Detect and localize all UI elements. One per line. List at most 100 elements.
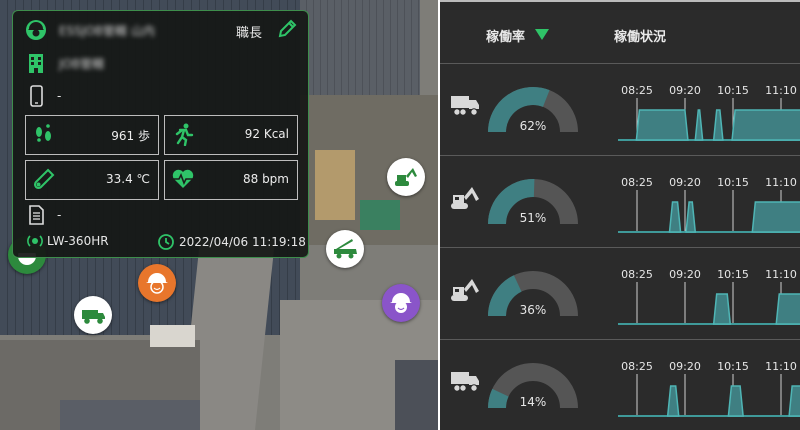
operation-segment — [727, 385, 744, 417]
phone-icon — [30, 85, 43, 107]
aerial-map[interactable]: ESSJOB管轄 山内 職長 JOB管轄 - 961 歩 92 Kcal 33.… — [0, 0, 438, 430]
pin-dump-truck[interactable] — [74, 296, 112, 334]
time-tick-label: 08:25 — [621, 176, 653, 189]
time-tick-label: 10:15 — [717, 268, 749, 281]
machine-row[interactable]: 14% 08:25 09:20 10:15 11:10 — [440, 339, 800, 430]
utilization-label: 62% — [520, 119, 547, 133]
pin-crane-truck[interactable] — [326, 230, 364, 268]
roof-right — [395, 360, 438, 430]
wearable-signal-icon — [27, 235, 43, 247]
utilization-label: 14% — [520, 395, 547, 409]
utilization-gauge: 51% — [488, 179, 578, 225]
machine-row[interactable]: 62% 08:25 09:20 10:15 11:10 — [440, 63, 800, 154]
dump-truck-icon — [451, 372, 479, 392]
worker-info-card: ESSJOB管轄 山内 職長 JOB管轄 - 961 歩 92 Kcal 33.… — [12, 10, 309, 258]
sort-desc-icon[interactable] — [535, 29, 549, 40]
operation-timeline: 08:25 09:20 10:15 11:10 — [618, 360, 800, 417]
roof-block — [300, 0, 420, 95]
heart-rate-value: 88 bpm — [242, 172, 289, 186]
excavator-icon — [451, 187, 479, 209]
operation-segment — [712, 109, 724, 141]
steps-value: 961 歩 — [111, 129, 150, 143]
time-tick-label: 09:20 — [669, 84, 701, 97]
operation-segment — [775, 293, 800, 325]
roof-bottom — [60, 400, 200, 430]
running-icon — [175, 123, 194, 146]
time-tick-label: 11:10 — [765, 268, 797, 281]
time-tick-label: 11:10 — [765, 360, 797, 373]
pin-worker-orange[interactable] — [138, 264, 176, 302]
utilization-gauge: 62% — [488, 87, 578, 133]
device-id: LW-360HR — [47, 234, 109, 248]
worker-icon — [390, 293, 412, 313]
panel-header: 稼働率 稼働状況 — [440, 0, 800, 63]
gauge-fill — [488, 275, 522, 317]
worker-note: - — [57, 208, 62, 222]
thermometer-icon — [33, 168, 55, 190]
utilization-label: 36% — [520, 303, 547, 317]
time-tick-label: 10:15 — [717, 360, 749, 373]
operation-segment — [731, 109, 800, 141]
pin-excavator[interactable] — [387, 158, 425, 196]
dump-truck-icon — [451, 96, 479, 116]
worker-site: JOB管轄 — [59, 56, 105, 71]
dump-truck-icon — [82, 310, 105, 324]
timestamp-row: 2022/04/06 11:19:18 — [157, 233, 306, 251]
timestamp: 2022/04/06 11:19:18 — [179, 235, 306, 249]
operation-segment — [668, 201, 682, 233]
operation-timeline: 08:25 09:20 10:15 11:10 — [618, 268, 800, 325]
time-tick-label: 11:10 — [765, 84, 797, 97]
time-tick-label: 10:15 — [717, 84, 749, 97]
operation-segment — [635, 109, 689, 141]
operation-timeline: 08:25 09:20 10:15 11:10 — [618, 176, 800, 233]
time-tick-label: 08:25 — [621, 360, 653, 373]
header-status: 稼働状況 — [614, 30, 667, 45]
time-tick-label: 11:10 — [765, 176, 797, 189]
edit-icon[interactable] — [276, 18, 298, 40]
equipment-panel: 稼働率 稼働状況 62% 08:25 09:20 10:15 11:10 51% 08:25… — [438, 0, 800, 430]
operation-segment — [712, 293, 732, 325]
worker-helmet-icon — [26, 20, 46, 40]
worker-site-row: JOB管轄 — [25, 52, 104, 74]
footprints-icon — [36, 124, 51, 142]
utilization-gauge: 36% — [488, 271, 578, 317]
heart-pulse-icon — [172, 169, 194, 188]
operation-segment — [694, 109, 704, 141]
heart-rate-cell: 88 bpm — [164, 160, 298, 200]
temperature-value: 33.4 ℃ — [105, 172, 150, 186]
operation-timeline: 08:25 09:20 10:15 11:10 — [618, 84, 800, 141]
operation-segment — [751, 201, 800, 233]
steps-cell: 961 歩 — [25, 115, 159, 155]
temperature-cell: 33.4 ℃ — [25, 160, 159, 200]
device-row: LW-360HR — [25, 233, 109, 249]
worker-role: 職長 — [236, 26, 263, 41]
time-tick-label: 08:25 — [621, 84, 653, 97]
pin-worker-purple[interactable] — [382, 284, 420, 322]
machine-row[interactable]: 51% 08:25 09:20 10:15 11:10 — [440, 155, 800, 246]
crane-truck-icon — [334, 239, 357, 259]
operation-segment — [685, 201, 697, 233]
time-tick-label: 09:20 — [669, 268, 701, 281]
worker-note-row: - — [25, 204, 61, 226]
operation-segment — [666, 385, 680, 417]
worker-phone: - — [57, 89, 62, 103]
clock-icon — [158, 234, 174, 250]
worker-phone-row: - — [25, 84, 61, 108]
small-building — [150, 325, 195, 347]
document-icon — [29, 205, 44, 225]
header-rate[interactable]: 稼働率 — [486, 26, 525, 45]
utilization-label: 51% — [520, 211, 547, 225]
container — [360, 200, 400, 230]
gauge-fill — [488, 388, 509, 409]
calories-cell: 92 Kcal — [164, 115, 298, 155]
operation-segment — [788, 385, 800, 417]
time-tick-label: 08:25 — [621, 268, 653, 281]
excavator-icon — [451, 279, 479, 301]
machine-row[interactable]: 36% 08:25 09:20 10:15 11:10 — [440, 247, 800, 338]
calories-value: 92 Kcal — [244, 127, 289, 141]
worker-name-row: ESSJOB管轄 山内 — [25, 19, 155, 41]
time-tick-label: 10:15 — [717, 176, 749, 189]
utilization-gauge: 14% — [488, 363, 578, 409]
worker-name: ESSJOB管轄 山内 — [59, 23, 155, 38]
dirt-pile — [315, 150, 355, 220]
